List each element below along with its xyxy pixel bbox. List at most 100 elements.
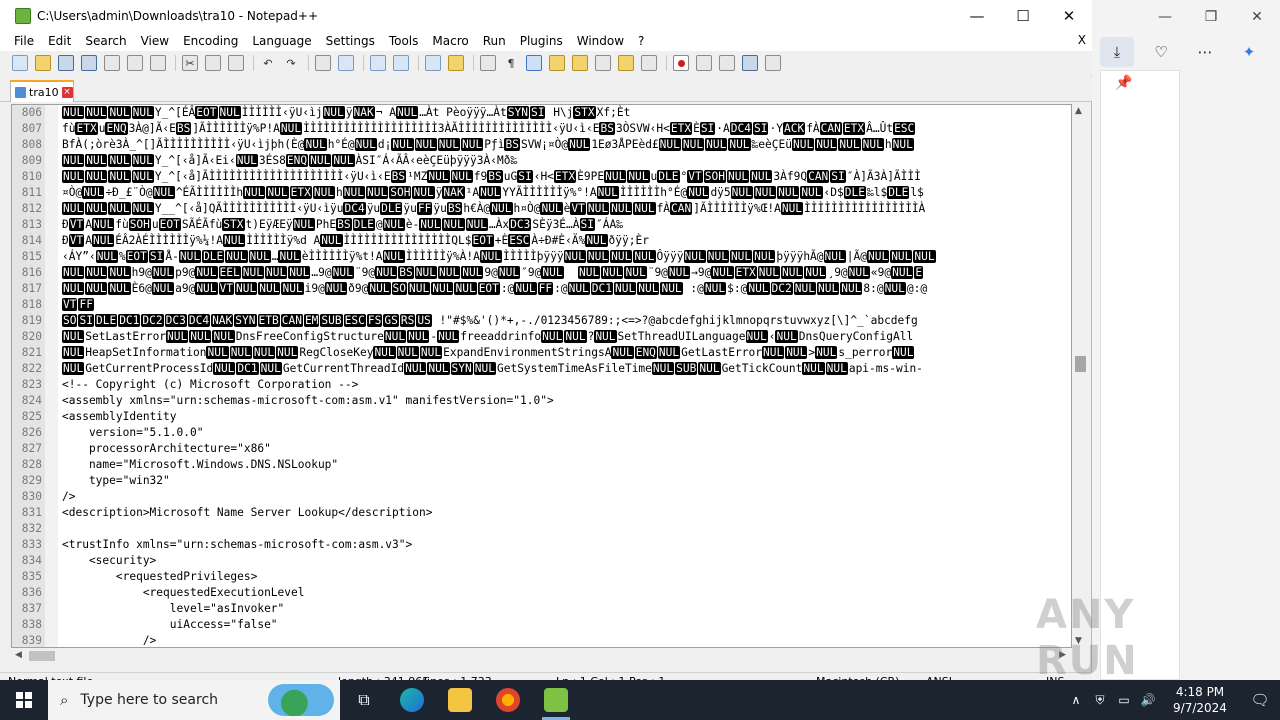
- editor-line[interactable]: 839 />: [12, 633, 1071, 647]
- save-all-icon[interactable]: [81, 55, 97, 71]
- editor-line[interactable]: 817 NUL NUL NUL È6@NUL a9@NUL VT NUL NUL NUL i9@NU…: [12, 281, 1071, 297]
- save-icon[interactable]: [58, 55, 74, 71]
- editor-line[interactable]: 823 <!-- Copyright (c) Microsoft Corporat…: [12, 377, 1071, 393]
- close-file-icon[interactable]: [104, 55, 120, 71]
- undo-icon[interactable]: ↶: [260, 55, 276, 71]
- folder-as-workspace-icon[interactable]: [618, 55, 634, 71]
- editor-line[interactable]: 809 NUL NUL NUL NUL Y_^[‹å]Ã‹Ei‹NUL 3ÉS8ENQ NUL…: [12, 153, 1071, 169]
- indent-guide-icon[interactable]: [526, 55, 542, 71]
- network-icon[interactable]: ▭: [1112, 693, 1136, 707]
- browser-close-button[interactable]: ✕: [1234, 0, 1280, 34]
- editor-line[interactable]: 833 <trustInfo xmlns="urn:schemas-microso…: [12, 537, 1071, 553]
- horizontal-scrollbar[interactable]: ◀ ▶: [11, 648, 1072, 664]
- notepadpp-taskbar-button[interactable]: [532, 680, 580, 720]
- document-map-icon[interactable]: [572, 55, 588, 71]
- task-view-button[interactable]: ⧉: [340, 680, 388, 720]
- browser-minimize-button[interactable]: —: [1142, 0, 1188, 34]
- menu-settings[interactable]: Settings: [318, 34, 381, 48]
- pin-icon[interactable]: 📌: [1115, 75, 1132, 91]
- menu-edit[interactable]: Edit: [40, 34, 77, 48]
- editor-line[interactable]: 825 <assemblyIdentity: [12, 409, 1071, 425]
- editor-line[interactable]: 824 <assembly xmlns="urn:schemas-microsof…: [12, 393, 1071, 409]
- more-options-icon[interactable]: ⋯: [1188, 37, 1222, 67]
- paste-icon[interactable]: [228, 55, 244, 71]
- user-language-icon[interactable]: [549, 55, 565, 71]
- cut-icon[interactable]: ✂: [182, 55, 198, 71]
- vertical-scrollbar[interactable]: ▲ ▼: [1073, 104, 1088, 648]
- menu-tools[interactable]: Tools: [381, 34, 425, 48]
- save-macro-icon[interactable]: [765, 55, 781, 71]
- copy-icon[interactable]: [205, 55, 221, 71]
- playback-icon[interactable]: [719, 55, 735, 71]
- word-wrap-icon[interactable]: [480, 55, 496, 71]
- editor-line[interactable]: 811 ¤Ò@NUL ÷Ð_£¨Ò@NUL ^ÉÃÌÌÌÌÌÌhNUL NUL ETX NU…: [12, 185, 1071, 201]
- zoom-out-icon[interactable]: [393, 55, 409, 71]
- stop-recording-icon[interactable]: [696, 55, 712, 71]
- run-macro-multiple-icon[interactable]: [742, 55, 758, 71]
- editor-line[interactable]: 837 level="asInvoker": [12, 601, 1071, 617]
- security-icon[interactable]: ⛨: [1088, 693, 1112, 708]
- show-all-characters-icon[interactable]: ¶: [503, 55, 519, 71]
- tab-close-icon[interactable]: ×: [61, 86, 73, 98]
- browser-restore-button[interactable]: ❐: [1188, 0, 1234, 34]
- close-all-icon[interactable]: [127, 55, 143, 71]
- minimize-button[interactable]: —: [954, 0, 1000, 31]
- editor-line[interactable]: 832: [12, 521, 1071, 537]
- menu-macro[interactable]: Macro: [424, 34, 474, 48]
- scroll-left-icon[interactable]: ◀: [15, 650, 22, 660]
- firefox-taskbar-button[interactable]: [484, 680, 532, 720]
- find-icon[interactable]: [315, 55, 331, 71]
- menu-run[interactable]: Run: [475, 34, 512, 48]
- close-button[interactable]: ✕: [1046, 0, 1092, 31]
- menu-plugins[interactable]: Plugins: [512, 34, 569, 48]
- editor-line[interactable]: 807 fùETX uENQ 3À@]Ã‹EBS]ÃÌÌÌÌÌÌÿ%P!ANUL ÌÌÌ…: [12, 121, 1071, 137]
- editor-line[interactable]: 826 version="5.1.0.0": [12, 425, 1071, 441]
- editor-line[interactable]: 806 NUL NUL NUL NUL Y_^[ÉÂEOT NUL ÌÌÌÌÌÌ‹ÿU‹ìjN…: [12, 105, 1071, 121]
- editor-line[interactable]: 808 BfÀ(;òrè3À_^[]ÃÌÌÌÌÌÌÌÌÌÌ‹ÿU‹ìjþh(È@N…: [12, 137, 1071, 153]
- download-icon[interactable]: ⤓: [1100, 37, 1134, 67]
- scroll-up-icon[interactable]: ▲: [1075, 106, 1082, 116]
- show-hidden-icons-icon[interactable]: ∧: [1064, 693, 1088, 707]
- editor-line[interactable]: 812 NUL NUL NUL NUL Y__^[‹å]QÃÌÌÌÌÌÌÌÌÌÌÌ‹ÿU‹…: [12, 201, 1071, 217]
- print-icon[interactable]: [150, 55, 166, 71]
- editor-line[interactable]: 828 name="Microsoft.Windows.DNS.NSLookup…: [12, 457, 1071, 473]
- close-document-button[interactable]: X: [1078, 33, 1086, 47]
- replace-icon[interactable]: [338, 55, 354, 71]
- menu-file[interactable]: File: [0, 34, 40, 48]
- menu-language[interactable]: Language: [244, 34, 317, 48]
- editor-line[interactable]: 822 NUL GetCurrentProcessIdNUL DC1 NUL GetCur…: [12, 361, 1071, 377]
- performance-icon[interactable]: ♡: [1144, 37, 1178, 67]
- editor-line[interactable]: 834 <security>: [12, 553, 1071, 569]
- editor-line[interactable]: 835 <requestedPrivileges>: [12, 569, 1071, 585]
- record-macro-icon[interactable]: [673, 55, 689, 71]
- open-file-icon[interactable]: [35, 55, 51, 71]
- menu-view[interactable]: View: [133, 34, 175, 48]
- editor-line[interactable]: 836 <requestedExecutionLevel: [12, 585, 1071, 601]
- monitoring-icon[interactable]: [641, 55, 657, 71]
- menu-help[interactable]: ?: [630, 34, 650, 48]
- explorer-taskbar-button[interactable]: [436, 680, 484, 720]
- editor-area[interactable]: 806 NUL NUL NUL NUL Y_^[ÉÂEOT NUL ÌÌÌÌÌÌ‹ÿU‹ìjN…: [11, 104, 1072, 648]
- sync-vertical-icon[interactable]: [425, 55, 441, 71]
- editor-line[interactable]: 821 NUL HeapSetInformationNUL NUL NUL NUL RegC…: [12, 345, 1071, 361]
- editor-line[interactable]: 827 processorArchitecture="x86": [12, 441, 1071, 457]
- editor-line[interactable]: 815 ‹ÁY”‹NUL %EOT SI Å-NUL DLE NUL NUL …NUL èÌÌÌÌ…: [12, 249, 1071, 265]
- taskbar-search-box[interactable]: ⌕ Type here to search: [48, 680, 340, 720]
- edge-taskbar-button[interactable]: [388, 680, 436, 720]
- editor-line[interactable]: 813 ÐVT ANUL fùSOH uEOT SÃÉÃfùSTX t)EÿÆEÿNUL Ph…: [12, 217, 1071, 233]
- editor-line[interactable]: 818 VT FF: [12, 297, 1071, 313]
- menu-encoding[interactable]: Encoding: [175, 34, 244, 48]
- function-list-icon[interactable]: [595, 55, 611, 71]
- tab-tra10[interactable]: tra10 ×: [10, 80, 74, 102]
- editor-line[interactable]: 814 ÐVT ANUL ÉÂ2ÀÉÌÌÌÌÌÌÿ%¼!ANUL ÌÌÌÌÌÌÿ%d A…: [12, 233, 1071, 249]
- sync-horizontal-icon[interactable]: [448, 55, 464, 71]
- clock[interactable]: 4:18 PM 9/7/2024: [1160, 684, 1240, 716]
- menu-search[interactable]: Search: [77, 34, 132, 48]
- horizontal-scroll-thumb[interactable]: [29, 651, 55, 661]
- maximize-button[interactable]: ☐: [1000, 0, 1046, 31]
- redo-icon[interactable]: ↷: [283, 55, 299, 71]
- editor-line[interactable]: 829 type="win32": [12, 473, 1071, 489]
- menu-window[interactable]: Window: [569, 34, 630, 48]
- notification-icon[interactable]: 🗨: [1240, 691, 1280, 709]
- new-file-icon[interactable]: [12, 55, 28, 71]
